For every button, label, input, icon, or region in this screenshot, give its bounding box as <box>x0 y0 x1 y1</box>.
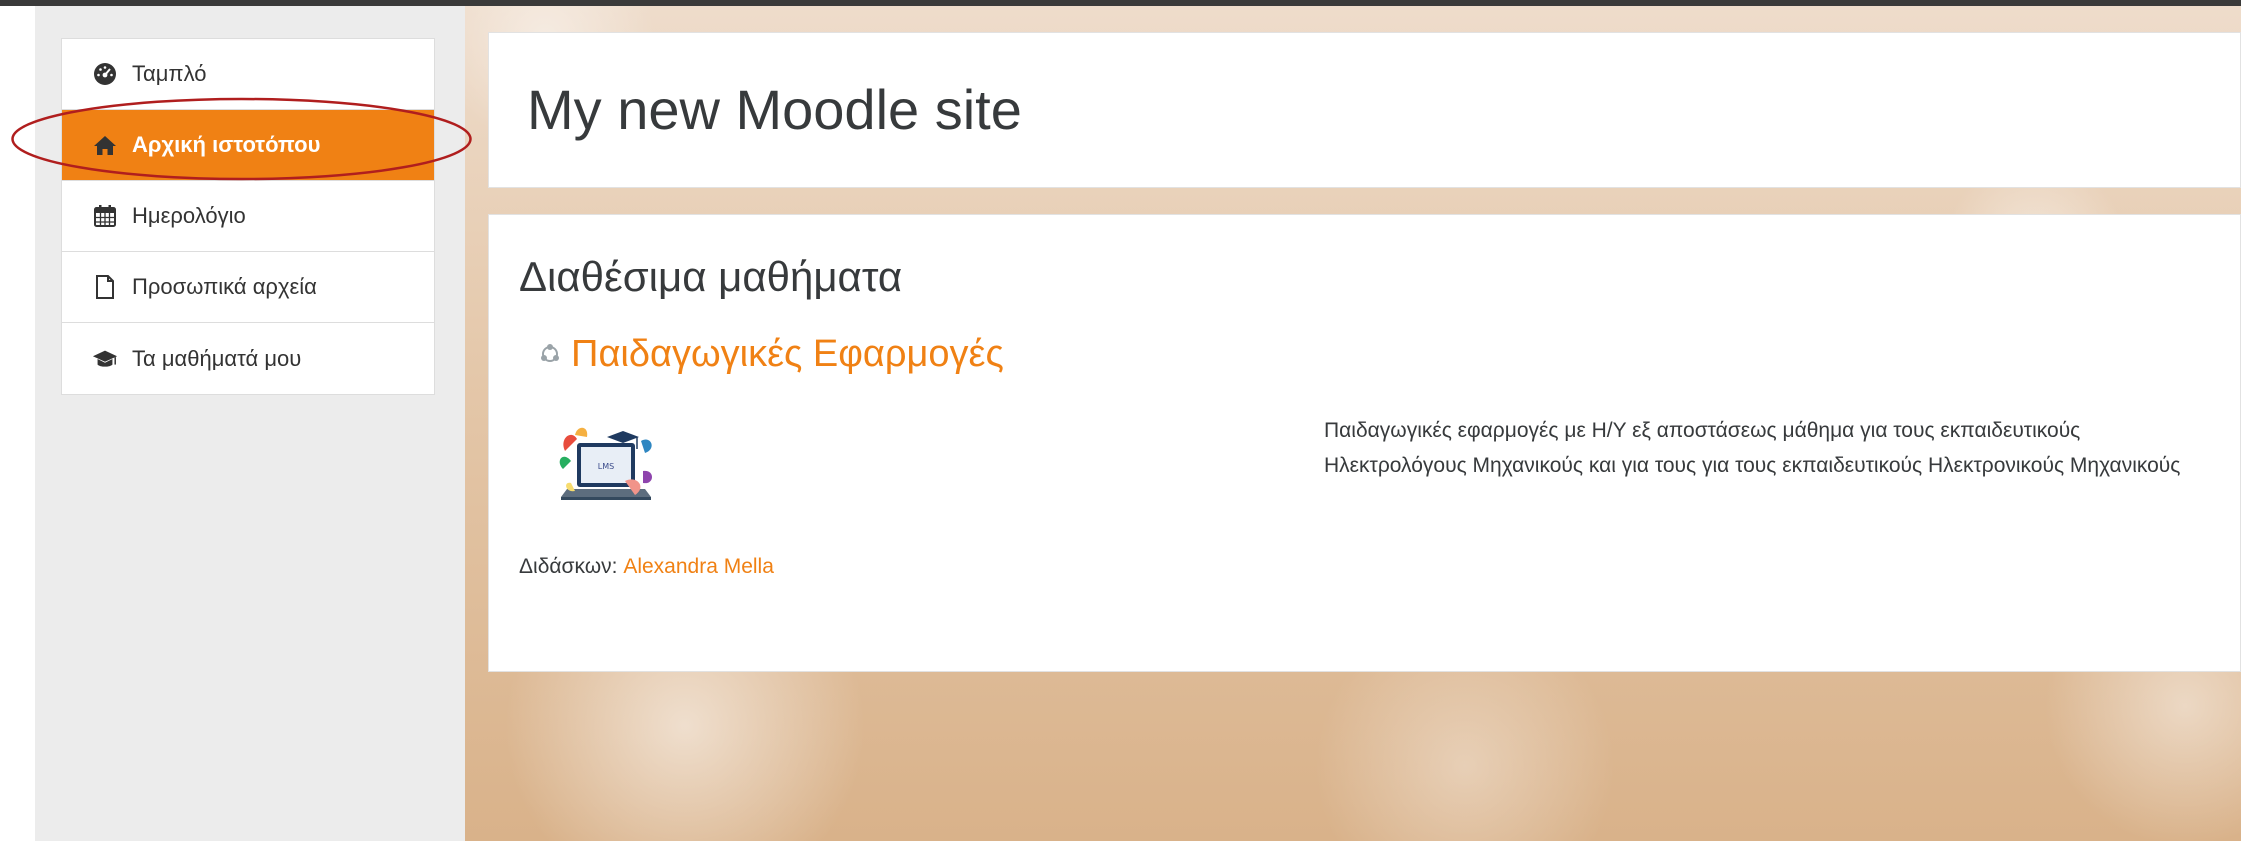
dashboard-icon <box>92 61 118 87</box>
course-title-row: Παιδαγωγικές Εφαρμογές <box>539 333 1004 376</box>
nav-item-label: Ημερολόγιο <box>132 203 246 228</box>
course-image-label: LMS <box>598 462 614 471</box>
nav-item-site-home[interactable]: Αρχική ιστοτόπου <box>62 110 434 181</box>
course-icon <box>539 343 563 367</box>
course-link[interactable]: Παιδαγωγικές Εφαρμογές <box>571 333 1004 376</box>
teacher-label: Διδάσκων: <box>519 555 618 578</box>
site-title: My new Moodle site <box>527 78 1022 141</box>
left-margin <box>0 6 35 841</box>
nav-item-calendar[interactable]: Ημερολόγιο <box>62 181 434 252</box>
nav-item-my-courses[interactable]: Τα μαθήματά μου <box>62 323 434 394</box>
nav-item-dashboard[interactable]: Ταμπλό <box>62 39 434 110</box>
available-courses-heading: Διαθέσιμα μαθήματα <box>519 253 903 300</box>
course-teacher: Διδάσκων: Alexandra Mella <box>519 555 774 579</box>
file-icon <box>92 274 118 300</box>
course-image[interactable]: LMS <box>557 421 657 513</box>
graduation-cap-icon <box>92 346 118 372</box>
home-icon <box>92 132 118 158</box>
calendar-icon <box>92 203 118 229</box>
nav-block: Ταμπλό Αρχική ιστοτόπου Ημερολόγιο Προσω… <box>61 38 435 395</box>
nav-item-label: Τα μαθήματά μου <box>132 345 302 371</box>
teacher-link[interactable]: Alexandra Mella <box>623 555 774 578</box>
nav-item-label: Προσωπικά αρχεία <box>132 274 317 299</box>
nav-item-label: Ταμπλό <box>132 61 207 86</box>
available-courses-card: Διαθέσιμα μαθήματα Παιδαγωγικές Εφαρμογέ… <box>488 214 2241 672</box>
course-summary: Παιδαγωγικές εφαρμογές με Η/Υ εξ αποστάσ… <box>1324 419 2181 477</box>
header-card: My new Moodle site <box>488 32 2241 188</box>
nav-item-private-files[interactable]: Προσωπικά αρχεία <box>62 252 434 323</box>
nav-item-label: Αρχική ιστοτόπου <box>132 132 321 157</box>
